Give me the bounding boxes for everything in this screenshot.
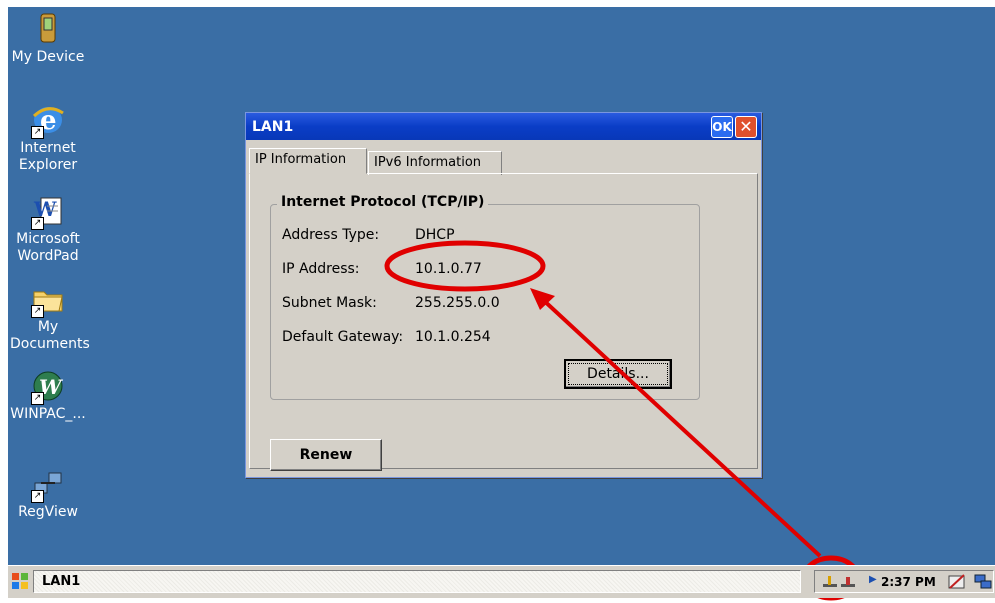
- shortcut-arrow-icon: ↗: [31, 217, 44, 230]
- ip-address-label: IP Address:: [282, 261, 360, 277]
- address-type-value: DHCP: [415, 227, 455, 243]
- shortcut-arrow-icon: ↗: [31, 490, 44, 503]
- winpac-shortcut[interactable]: W ↗ WINPAC_...: [10, 369, 86, 423]
- folder-icon: ↗: [31, 282, 65, 318]
- my-documents-shortcut[interactable]: ↗ My Documents: [10, 282, 90, 353]
- ip-information-panel: Internet Protocol (TCP/IP) Address Type:…: [249, 173, 758, 471]
- subnet-mask-value: 255.255.0.0: [415, 295, 500, 311]
- icon-label: Microsoft WordPad: [16, 231, 80, 264]
- my-device-shortcut[interactable]: My Device: [10, 12, 86, 66]
- details-button[interactable]: Details...: [564, 359, 672, 389]
- wordpad-icon: W ↗: [31, 194, 65, 230]
- pen-input-icon[interactable]: [947, 572, 967, 592]
- desktop-switch-icon[interactable]: [973, 572, 993, 592]
- regview-icon: ↗: [31, 467, 65, 503]
- wordpad-shortcut[interactable]: W ↗ Microsoft WordPad: [10, 194, 86, 265]
- taskbar: LAN1 ▶ 2:37 PM: [8, 565, 995, 598]
- clock[interactable]: 2:37 PM: [881, 575, 936, 589]
- icon-label: RegView: [18, 504, 78, 520]
- renew-button[interactable]: Renew: [270, 439, 382, 471]
- shortcut-arrow-icon: ↗: [31, 392, 44, 405]
- default-gateway-value: 10.1.0.254: [415, 329, 491, 345]
- icon-label: My Device: [11, 49, 85, 65]
- tray-expand-arrow-icon[interactable]: ▶: [869, 574, 877, 585]
- subnet-mask-label: Subnet Mask:: [282, 295, 377, 311]
- shortcut-arrow-icon: ↗: [31, 305, 44, 318]
- tcp-ip-group: Internet Protocol (TCP/IP) Address Type:…: [270, 194, 700, 400]
- winpac-icon: W ↗: [31, 369, 65, 405]
- windows-flag-icon: [12, 573, 28, 589]
- icon-label: WINPAC_...: [10, 406, 86, 422]
- shortcut-arrow-icon: ↗: [31, 126, 44, 139]
- lan1-dialog: LAN1 OK ✕ IP Information IPv6 Informatio…: [245, 112, 762, 478]
- icon-label: My Documents: [10, 319, 90, 352]
- dialog-titlebar[interactable]: LAN1 OK ✕: [246, 113, 761, 140]
- internet-explorer-icon: e ↗: [31, 103, 65, 139]
- pda-device-icon: [31, 12, 65, 46]
- taskbar-item-lan1[interactable]: LAN1: [33, 570, 801, 593]
- tab-ipv6-information[interactable]: IPv6 Information: [368, 151, 502, 175]
- address-type-label: Address Type:: [282, 227, 380, 243]
- internet-explorer-shortcut[interactable]: e ↗ Internet Explorer: [10, 103, 86, 174]
- system-tray: ▶ 2:37 PM: [814, 570, 994, 593]
- ok-button[interactable]: OK: [711, 116, 733, 138]
- ip-address-value: 10.1.0.77: [415, 261, 482, 277]
- dialog-title: LAN1: [252, 119, 294, 135]
- default-gateway-label: Default Gateway:: [282, 329, 404, 345]
- network-connection-icon[interactable]: [819, 572, 859, 592]
- regview-shortcut[interactable]: ↗ RegView: [10, 467, 86, 521]
- start-button[interactable]: [10, 571, 30, 591]
- icon-label: Internet Explorer: [18, 140, 78, 173]
- group-title: Internet Protocol (TCP/IP): [277, 194, 489, 210]
- close-button[interactable]: ✕: [735, 116, 757, 138]
- tab-ip-information[interactable]: IP Information: [249, 148, 367, 174]
